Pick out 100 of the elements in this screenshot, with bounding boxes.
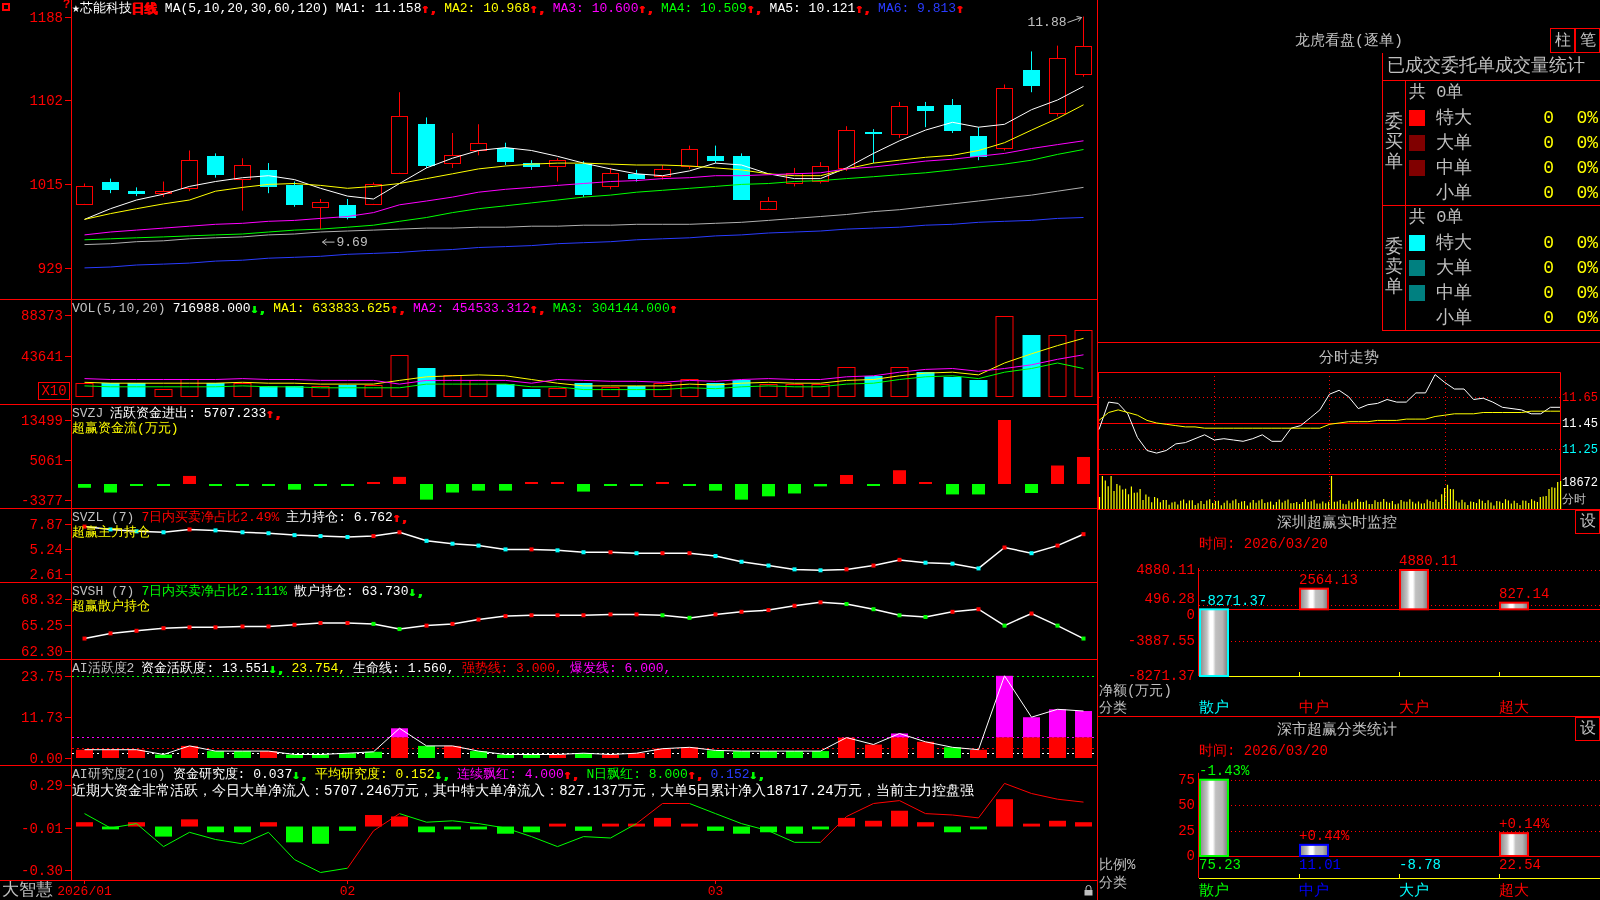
legend-text: VOL(5,10,20): [72, 301, 166, 316]
date-label: 2026/01: [57, 883, 112, 899]
order-count: 0: [1543, 307, 1554, 328]
value-label: 4880.11: [1399, 553, 1458, 569]
legend-text: 0.152: [710, 767, 750, 782]
section-title: 深市超赢分类统计: [1276, 720, 1397, 739]
legend-text: 7日内买卖净占比2.49%: [141, 510, 280, 525]
axis-title: 比例%: [1099, 857, 1136, 873]
legend-text: ↑,: [855, 1, 872, 16]
timestamp: 时间: 2026/03/20: [1199, 535, 1328, 552]
legend-text: ↑,: [266, 406, 282, 421]
legend-text: 散户持仓: 63.730: [294, 584, 409, 599]
axis-tick-label: 23.75: [21, 668, 63, 685]
axis-tick-label: 43641: [21, 348, 63, 365]
legend-text: SVZJ: [72, 406, 104, 421]
candle: [444, 132, 461, 169]
candle: [760, 196, 777, 210]
legend-text: 7日内买卖净占比2.111%: [141, 584, 288, 599]
square-icon: [2, 3, 10, 11]
legend-text: AI活跃度2: [72, 661, 135, 676]
legend-text: MA4: 10.509: [661, 1, 747, 16]
order-total: 共 0单: [1409, 82, 1464, 104]
order-size-label: 中单: [1436, 282, 1472, 303]
legend-text: ↑: [669, 301, 678, 316]
arrow-icon: [1067, 16, 1082, 23]
legend-text: ↓,: [268, 661, 285, 676]
legend-text: ↑,: [529, 1, 546, 16]
volume-max-label: 18672: [1562, 476, 1598, 490]
candle: [128, 186, 145, 197]
legend-text: 23.754,: [291, 661, 347, 676]
settings-button[interactable]: 设: [1575, 510, 1600, 534]
value-label: 2564.13: [1299, 571, 1358, 588]
legend-text: MA3: 10.600: [552, 1, 639, 16]
candle: [365, 182, 382, 205]
side-label: 委卖单: [1385, 238, 1403, 298]
candle: [891, 101, 908, 139]
candle: [76, 183, 93, 205]
side-label: 委买单: [1385, 113, 1403, 173]
candle: [681, 145, 698, 170]
order-count: 0: [1543, 282, 1554, 303]
legend-text: ↑,: [390, 301, 406, 316]
legend-text: 活跃资金进出: 5707.233: [110, 406, 267, 421]
candle: [549, 157, 566, 183]
price-label: 11.88: [1027, 15, 1067, 30]
legend-text: MA(5,10,20,30,60,120): [164, 1, 329, 16]
order-count: 0: [1543, 107, 1554, 128]
candle: [1075, 16, 1092, 78]
category-label: 散户: [1199, 699, 1229, 716]
candle: [1023, 50, 1040, 93]
category-label: 大户: [1399, 699, 1429, 716]
legend-text: MA6: 9.813: [878, 1, 957, 16]
chart-mode-button[interactable]: 柱: [1550, 28, 1575, 53]
axis-tick-label: 2.61: [29, 566, 63, 582]
legend-text: ★芯能科技: [72, 1, 132, 16]
order-size-label: 小单: [1436, 307, 1472, 328]
candle: [812, 161, 829, 184]
candle: [234, 157, 251, 212]
order-count: 0: [1543, 132, 1554, 153]
order-share: 0%: [1576, 257, 1598, 278]
axis-tick-label: -0.01: [21, 820, 63, 837]
axis-tick-label: -0.30: [21, 862, 63, 879]
candle: [602, 167, 619, 190]
timestamp: 时间: 2026/03/20: [1199, 742, 1328, 759]
analysis-note: 近期大资金非常活跃，今日大单净流入：5707.246万元，其中特大单净流入：827.137万元，大单5日累计净入18717.24万元，当前主力控盘强: [72, 783, 974, 800]
order-count: 0: [1543, 157, 1554, 178]
legend-text: 716988.000: [172, 301, 251, 316]
change-label: -1.43%: [1199, 762, 1250, 779]
legend-text: N日飘红: 8.000: [586, 767, 688, 782]
axis-tick-label: 1102: [29, 92, 63, 109]
chart-mode-button[interactable]: 笔: [1575, 28, 1600, 53]
axis-tick-label: 5.24: [29, 541, 63, 558]
axis-tick-label: -3887.55: [1127, 632, 1195, 649]
candle: [733, 152, 750, 200]
axis-tick-label: -8271.37: [1127, 668, 1195, 684]
change-label: +0.44%: [1299, 827, 1350, 844]
category-label: 中户: [1299, 699, 1329, 716]
indicator-subtitle: 超赢资金流(万元): [72, 421, 179, 436]
candle: [260, 162, 277, 194]
lock-icon: [1084, 885, 1093, 896]
candle: [628, 169, 645, 183]
legend-text: 资金活跃度: 13.551: [141, 661, 269, 676]
unit-label: X10: [38, 382, 70, 400]
candle: [181, 149, 198, 192]
legend-text: MA5: 10.121: [769, 1, 856, 16]
legend-text: MA2: 454533.312: [413, 301, 530, 316]
candle: [207, 152, 224, 179]
candle: [418, 116, 435, 169]
axis-tick-label: 929: [37, 260, 63, 277]
order-share: 0%: [1576, 282, 1598, 303]
legend-text: MA1: 11.158: [335, 1, 422, 16]
axis-tick-label: 1015: [29, 176, 63, 193]
order-share: 0%: [1576, 182, 1598, 203]
legend-text: ↓,: [292, 767, 308, 782]
legend-text: SVZL (7): [72, 510, 135, 525]
axis-tick-label: 0.29: [29, 777, 63, 794]
axis-tick-label: 11.45: [1562, 416, 1598, 431]
settings-button[interactable]: 设: [1575, 717, 1600, 741]
value-label: -8271.37: [1199, 593, 1267, 610]
legend-text: ↓,: [434, 767, 451, 782]
axis-tick-label: 50: [1178, 797, 1195, 814]
